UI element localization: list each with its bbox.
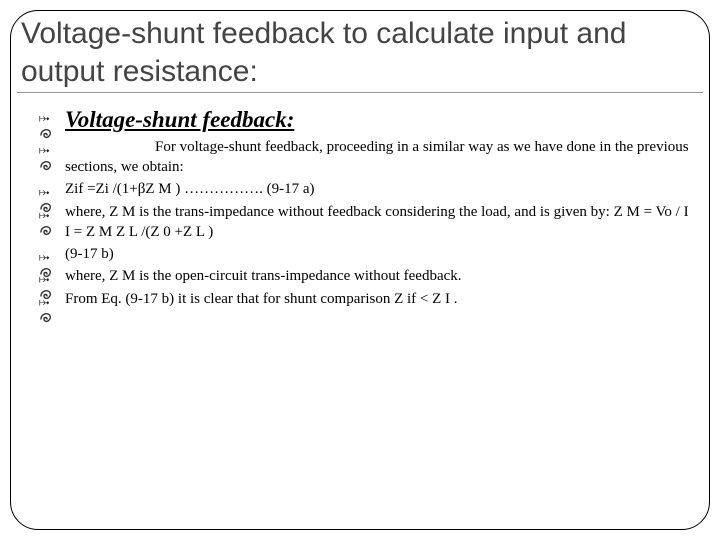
intro-span: For voltage-shunt feedback, proceeding i… (65, 139, 689, 175)
bullet-icon (39, 294, 53, 324)
intro-text: For voltage-shunt feedback, proceeding i… (65, 139, 689, 175)
bullet-eq1: Zif =Zi /(1+βZ M ) ……………. (9-17 a) (39, 179, 697, 199)
slide-body: Voltage-shunt feedback: For voltage-shun… (11, 93, 709, 321)
where1-text: where, Z M is the trans-impedance withou… (65, 204, 689, 240)
where2-text: where, Z M is the open-circuit trans-imp… (65, 268, 462, 284)
bullet-where2: where, Z M is the open-circuit trans-imp… (39, 266, 697, 286)
eq1-text: Zif =Zi /(1+βZ M ) ……………. (9-17 a) (65, 181, 315, 197)
conclusion-text: From Eq. (9-17 b) it is clear that for s… (65, 291, 458, 307)
bullet-intro: For voltage-shunt feedback, proceeding i… (39, 137, 697, 178)
eqref-text: (9-17 b) (65, 246, 114, 262)
bullet-subheading: Voltage-shunt feedback: (39, 105, 697, 135)
bullet-eqref: (9-17 b) (39, 244, 697, 264)
bullet-icon (39, 207, 53, 237)
slide-frame: Voltage-shunt feedback to calculate inpu… (10, 10, 710, 530)
subheading-text: Voltage-shunt feedback: (65, 107, 294, 132)
bullet-conclusion: From Eq. (9-17 b) it is clear that for s… (39, 289, 697, 309)
bullet-icon (39, 110, 53, 140)
bullet-icon (39, 142, 53, 172)
slide-title: Voltage-shunt feedback to calculate inpu… (17, 11, 703, 93)
bullet-where1: where, Z M is the trans-impedance withou… (39, 202, 697, 243)
